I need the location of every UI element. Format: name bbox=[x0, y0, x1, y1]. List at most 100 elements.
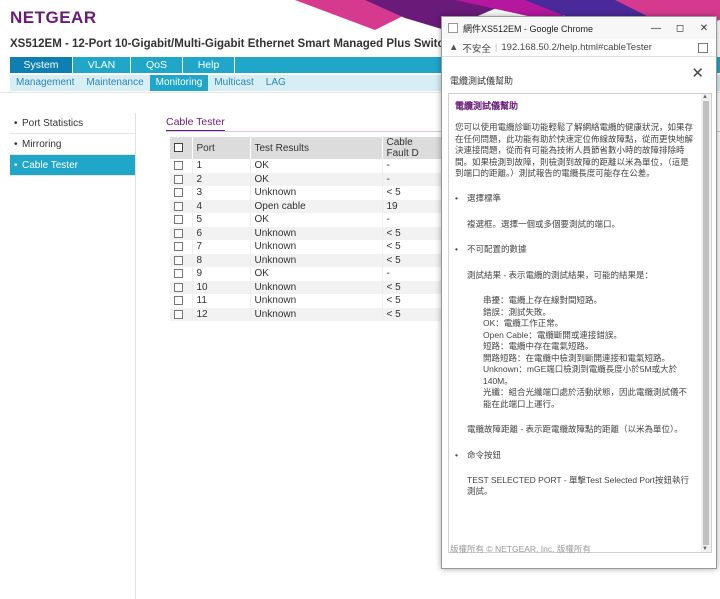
fault-cell: < 5 bbox=[382, 226, 443, 240]
help-bullet-commands: • 命令按鈕 bbox=[455, 450, 695, 461]
result-item: 開路短路：在電纜中檢測到斷開連接和電氣短路。 bbox=[483, 352, 671, 363]
subnav-management[interactable]: Management bbox=[10, 75, 80, 91]
port-checkbox[interactable] bbox=[174, 269, 183, 279]
table-row: 8 Unknown < 5 bbox=[170, 253, 443, 267]
translate-icon[interactable] bbox=[698, 42, 708, 53]
port-checkbox[interactable] bbox=[174, 296, 183, 306]
row-select-cell bbox=[170, 267, 193, 281]
port-checkbox[interactable] bbox=[174, 242, 183, 252]
port-checkbox[interactable] bbox=[174, 255, 183, 265]
col-cable-fault-distance: Cable Fault D bbox=[382, 137, 443, 159]
bullet-icon: • bbox=[455, 193, 458, 204]
table-row: 6 Unknown < 5 bbox=[170, 226, 443, 240]
tab-system[interactable]: System bbox=[10, 57, 73, 73]
minimize-icon[interactable]: — bbox=[644, 23, 668, 34]
port-cell: 3 bbox=[192, 186, 251, 200]
row-select-cell bbox=[170, 226, 193, 240]
sidebar-item-cable-tester[interactable]: • Cable Tester bbox=[10, 155, 135, 176]
port-checkbox[interactable] bbox=[174, 188, 183, 198]
result-item: OK：電纜工作正常。 bbox=[483, 318, 564, 329]
bullet-icon: • bbox=[14, 139, 18, 150]
row-select-cell bbox=[170, 159, 193, 173]
fault-cell: - bbox=[382, 267, 443, 281]
help-fault-distance-desc: 電纜故障距離 - 表示距電纜故障點的距離（以米為單位）。 bbox=[467, 424, 683, 435]
result-cell: Unknown bbox=[250, 186, 383, 200]
bullet-icon: • bbox=[14, 118, 18, 129]
url-text: 192.168.50.2/help.html#cableTester bbox=[501, 42, 652, 53]
tab-qos[interactable]: QoS bbox=[131, 57, 183, 73]
page-root: { "brand": "NETGEAR", "device_title": "X… bbox=[0, 0, 720, 599]
row-select-cell bbox=[170, 280, 193, 294]
fault-cell: < 5 bbox=[382, 307, 443, 321]
port-cell: 1 bbox=[192, 159, 251, 173]
insecure-label: 不安全 bbox=[462, 43, 491, 55]
scrollbar-thumb[interactable] bbox=[703, 101, 709, 545]
table-row: 1 OK - bbox=[170, 159, 443, 173]
popup-body: 電纜測試儀幫助 ✕ 電纜測試儀幫助 您可以使用電纜診斷功能輕鬆了解網絡電纜的健康… bbox=[442, 57, 716, 568]
fault-cell: < 5 bbox=[382, 186, 443, 200]
scroll-up-icon[interactable]: ▲ bbox=[702, 94, 708, 100]
cable-tester-table: Port Test Results Cable Fault D 1 OK - 2… bbox=[170, 137, 443, 321]
fault-cell: - bbox=[382, 213, 443, 227]
port-cell: 12 bbox=[192, 307, 251, 321]
tab-vlan[interactable]: VLAN bbox=[73, 57, 131, 73]
result-cell: OK bbox=[250, 172, 383, 186]
bullet-label: 不可配置的數據 bbox=[467, 244, 527, 255]
port-checkbox[interactable] bbox=[174, 174, 183, 184]
bullet-icon: • bbox=[14, 160, 18, 171]
port-cell: 7 bbox=[192, 240, 251, 254]
port-checkbox[interactable] bbox=[174, 161, 183, 171]
port-cell: 2 bbox=[192, 172, 251, 186]
bullet-icon: • bbox=[455, 449, 458, 460]
port-checkbox[interactable] bbox=[174, 201, 183, 211]
close-help-icon[interactable]: ✕ bbox=[691, 64, 704, 82]
subnav-monitoring[interactable]: Monitoring bbox=[149, 75, 209, 91]
maximize-icon[interactable]: ◻ bbox=[668, 23, 692, 34]
select-all-checkbox[interactable] bbox=[174, 143, 183, 153]
help-scrollbar[interactable]: ▲ ▼ bbox=[701, 94, 711, 552]
table-header-row: Port Test Results Cable Fault D bbox=[170, 137, 443, 159]
sidebar-item-label: Port Statistics bbox=[22, 118, 84, 129]
subnav-lag[interactable]: LAG bbox=[260, 75, 292, 91]
sidebar-item-port-statistics[interactable]: • Port Statistics bbox=[10, 113, 135, 134]
sidebar-item-label: Mirroring bbox=[22, 139, 62, 150]
section-title: Cable Tester bbox=[166, 116, 225, 131]
table-row: 3 Unknown < 5 bbox=[170, 186, 443, 200]
close-window-icon[interactable]: ✕ bbox=[692, 23, 716, 34]
tab-help[interactable]: Help bbox=[183, 57, 235, 73]
help-content-title: 電纜測試儀幫助 bbox=[455, 101, 519, 111]
help-bullet-selection: • 選擇標準 bbox=[455, 193, 695, 204]
fault-cell: < 5 bbox=[382, 253, 443, 267]
device-title: XS512EM - 12-Port 10-Gigabit/Multi-Gigab… bbox=[10, 38, 451, 50]
table-row: 10 Unknown < 5 bbox=[170, 280, 443, 294]
help-content-panel: 電纜測試儀幫助 您可以使用電纜診斷功能輕鬆了解網絡電纜的健康狀況，如果存在任何問… bbox=[448, 93, 712, 553]
fault-cell: < 5 bbox=[382, 240, 443, 254]
result-cell: OK bbox=[250, 159, 383, 173]
sidebar-item-mirroring[interactable]: • Mirroring bbox=[10, 134, 135, 155]
netgear-logo: NETGEAR bbox=[10, 8, 97, 27]
bullet-label: 選擇標準 bbox=[467, 193, 502, 204]
port-cell: 8 bbox=[192, 253, 251, 267]
col-test-results: Test Results bbox=[250, 137, 383, 159]
copyright-footer: 版權所有 © NETGEAR, Inc. 版權所有 bbox=[450, 544, 591, 554]
port-checkbox[interactable] bbox=[174, 215, 183, 225]
result-item: 短路：電纜中存在電氣短路。 bbox=[483, 341, 594, 352]
address-separator: | bbox=[494, 42, 498, 53]
row-select-cell bbox=[170, 240, 193, 254]
fault-cell: < 5 bbox=[382, 280, 443, 294]
result-cell: Unknown bbox=[250, 253, 383, 267]
subnav-multicast[interactable]: Multicast bbox=[208, 75, 259, 91]
bullet-icon: • bbox=[455, 244, 458, 255]
help-content: 電纜測試儀幫助 您可以使用電纜診斷功能輕鬆了解網絡電纜的健康狀況，如果存在任何問… bbox=[455, 100, 695, 512]
result-item: 光纖：組合光纖端口處於活動狀態，因此電纜測試儀不能在此端口上運行。 bbox=[483, 387, 688, 409]
scroll-down-icon[interactable]: ▼ bbox=[702, 546, 708, 552]
port-cell: 5 bbox=[192, 213, 251, 227]
subnav-maintenance[interactable]: Maintenance bbox=[80, 75, 149, 91]
address-bar[interactable]: ▲ 不安全 | 192.168.50.2/help.html#cableTest… bbox=[442, 39, 716, 57]
port-checkbox[interactable] bbox=[174, 282, 183, 292]
fault-cell: - bbox=[382, 159, 443, 173]
help-test-results-desc: 測試結果 - 表示電纜的測試結果，可能的結果是： bbox=[467, 269, 654, 280]
result-cell: Unknown bbox=[250, 240, 383, 254]
port-checkbox[interactable] bbox=[174, 309, 183, 319]
port-checkbox[interactable] bbox=[174, 228, 183, 238]
